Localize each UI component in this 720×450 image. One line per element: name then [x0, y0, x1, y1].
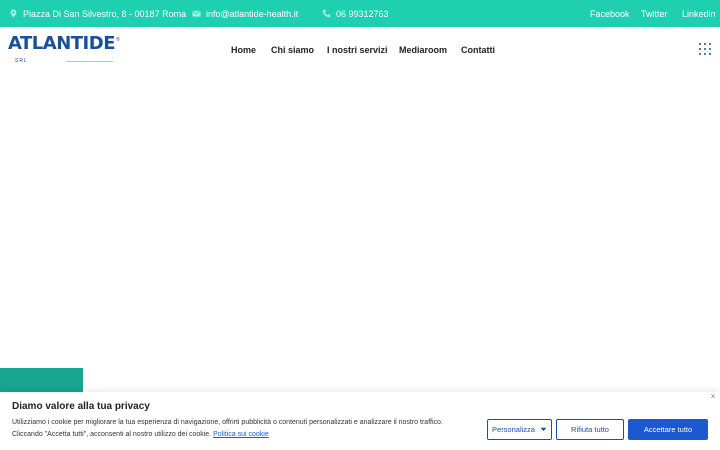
reject-all-button[interactable]: Rifiuta tutto — [556, 419, 624, 440]
nav-contatti[interactable]: Contatti — [461, 27, 495, 73]
top-info-bar: Piazza Di San Silvestro, 8 - 00187 Roma … — [0, 0, 720, 27]
cookie-description: Utilizziamo i cookie per migliorare la t… — [12, 419, 443, 426]
logo-suffix: SRL — [15, 58, 28, 64]
chevron-down-icon — [540, 427, 547, 431]
nav-servizi[interactable]: I nostri servizi — [327, 27, 388, 73]
grid-menu-icon[interactable] — [699, 43, 713, 57]
cookie-consent-note: Cliccando "Accetta tutti", acconsenti al… — [12, 431, 269, 438]
nav-mediaroom[interactable]: Mediaroom — [399, 27, 447, 73]
accent-block — [0, 368, 83, 392]
email-link[interactable]: info@atlantide-health.it — [206, 9, 298, 19]
cookie-banner: × Diamo valore alla tua privacy Utilizzi… — [0, 392, 720, 450]
phone-link[interactable]: 06 99312763 — [336, 9, 389, 19]
customize-label: Personalizza — [492, 425, 535, 434]
twitter-link[interactable]: Twitter — [641, 0, 668, 27]
linkedin-link[interactable]: Linkedin — [682, 0, 716, 27]
accept-label: Accettare tutto — [643, 425, 693, 434]
close-icon[interactable]: × — [708, 392, 718, 402]
mail-icon — [192, 10, 201, 17]
phone-info[interactable]: 06 99312763 — [322, 0, 389, 27]
facebook-link[interactable]: Facebook — [590, 0, 630, 27]
logo-registered-mark: ® — [116, 37, 120, 43]
cookie-consent-text: Cliccando "Accetta tutti", acconsenti al… — [12, 431, 212, 438]
atlantide-logo[interactable]: ATLANTIDE ® SRL — [8, 35, 120, 65]
customize-button[interactable]: Personalizza — [487, 419, 552, 440]
phone-icon — [322, 9, 331, 18]
accept-all-button[interactable]: Accettare tutto — [628, 419, 708, 440]
site-header: ATLANTIDE ® SRL Home Chi siamo I nostri … — [0, 27, 720, 73]
address-text: Piazza Di San Silvestro, 8 - 00187 Roma — [23, 8, 187, 19]
cookie-title: Diamo valore alla tua privacy — [12, 401, 150, 412]
logo-underline — [66, 61, 113, 62]
map-pin-icon — [10, 9, 17, 18]
address-info: Piazza Di San Silvestro, 8 - 00187 Roma — [9, 0, 186, 27]
email-info[interactable]: info@atlantide-health.it — [192, 0, 298, 27]
reject-label: Rifiuta tutto — [571, 425, 609, 434]
nav-chi-siamo[interactable]: Chi siamo — [271, 27, 314, 73]
cookie-policy-link[interactable]: Politica sui cookie — [213, 431, 269, 438]
nav-home[interactable]: Home — [231, 27, 256, 73]
logo-wordmark: ATLANTIDE — [8, 33, 116, 54]
